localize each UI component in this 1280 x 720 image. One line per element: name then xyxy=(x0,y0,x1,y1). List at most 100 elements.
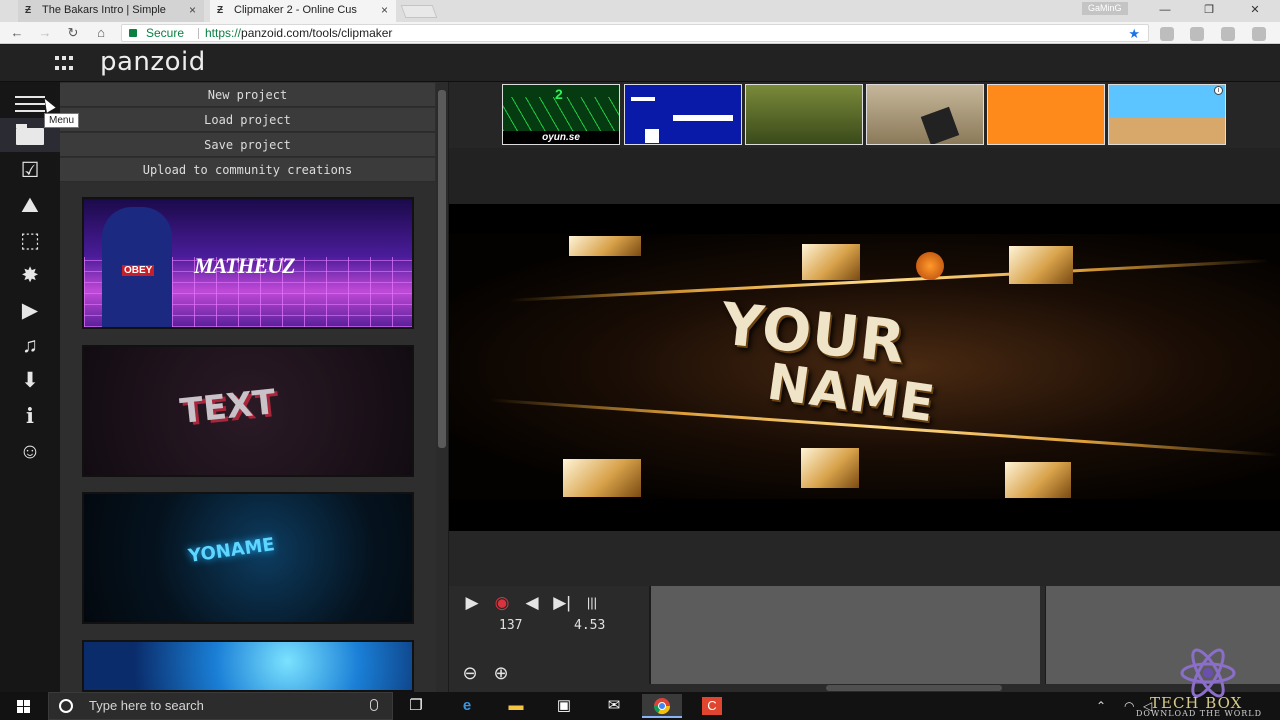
template-thumbnail[interactable]: YONAME xyxy=(82,492,414,624)
url-text: https://panzoid.com/tools/clipmaker xyxy=(205,25,392,42)
time-readout: 4.53 xyxy=(574,618,606,633)
extension-icon[interactable] xyxy=(1252,27,1266,41)
file-explorer-icon[interactable]: ▬ xyxy=(496,694,536,718)
tray-chevron-icon[interactable]: ⌃ xyxy=(1096,692,1106,720)
maximize-icon[interactable]: ❐ xyxy=(1189,0,1229,20)
template-card[interactable] xyxy=(745,84,863,145)
mail-icon[interactable]: ✉ xyxy=(594,694,634,718)
tool-sidebar: ☑ ⛰ ⬚ ✸ ▶ ♫ ⬇ ℹ ☺ xyxy=(0,82,60,692)
lock-icon xyxy=(129,29,137,37)
thumbnail-text: OBEY xyxy=(122,265,155,276)
upload-community-button[interactable]: Upload to community creations xyxy=(60,158,435,182)
extension-icon[interactable] xyxy=(1190,27,1204,41)
task-view-icon[interactable]: ❐ xyxy=(396,694,436,718)
taskbar-search-box[interactable]: Type here to search xyxy=(48,692,393,720)
windows-taskbar: Type here to search ❐ e ▬ ▣ ✉ C ⌃ ◠ ◁ xyxy=(0,692,1280,720)
template-card[interactable] xyxy=(987,84,1105,145)
burst-icon[interactable]: ✸ xyxy=(0,259,60,293)
apps-grid-icon[interactable] xyxy=(55,56,75,72)
load-project-button[interactable]: Load project xyxy=(60,108,435,132)
preview-top-band xyxy=(449,148,1280,204)
chrome-icon[interactable] xyxy=(642,694,682,718)
timeline-divider xyxy=(1040,586,1045,692)
template-thumbnail[interactable]: TEXT xyxy=(82,345,414,477)
home-icon[interactable]: ⌂ xyxy=(92,24,110,42)
template-card[interactable] xyxy=(624,84,742,145)
timeline-scrollbar-thumb[interactable] xyxy=(826,685,1002,691)
info-icon[interactable]: i xyxy=(1214,86,1223,95)
menu-scrollbar[interactable] xyxy=(436,82,448,692)
record-eye-icon[interactable]: ◉ xyxy=(489,591,515,615)
video-camera-icon[interactable]: ▶ xyxy=(0,294,60,328)
info-icon[interactable]: ℹ xyxy=(0,400,60,434)
template-thumbnail[interactable] xyxy=(82,640,414,692)
bookmark-star-icon[interactable]: ★ xyxy=(1128,25,1140,42)
browser-tab-bakars[interactable]: Ƶ The Bakars Intro | Simple × xyxy=(18,0,204,22)
url-protocol: https:// xyxy=(205,26,242,40)
wifi-icon[interactable]: ◠ xyxy=(1124,692,1134,720)
watermark-subtitle: DOWNLOAD THE WORLD xyxy=(1136,709,1263,718)
browser-tab-clipmaker[interactable]: Ƶ Clipmaker 2 - Online Cus × xyxy=(210,0,396,22)
template-strip: 2 oyun.se i xyxy=(449,82,1280,148)
step-forward-icon[interactable]: ▶| xyxy=(549,591,575,615)
audio-waveform-icon[interactable]: ||| xyxy=(579,591,605,615)
download-icon[interactable]: ⬇ xyxy=(0,364,60,398)
new-project-button[interactable]: New project xyxy=(60,83,435,107)
address-bar[interactable]: Secure https://panzoid.com/tools/clipmak… xyxy=(121,24,1149,42)
menu-scrollbar-thumb[interactable] xyxy=(438,90,446,448)
thumbnail-text: YONAME xyxy=(186,534,276,567)
omnibox-divider xyxy=(198,28,199,39)
zoom-in-icon[interactable]: ⊕ xyxy=(488,661,514,685)
template-card[interactable] xyxy=(866,84,984,145)
menu-tooltip: Menu xyxy=(44,113,80,128)
project-menu-panel: New project Load project Save project Up… xyxy=(60,82,448,692)
reload-icon[interactable]: ↻ xyxy=(64,24,82,42)
atom-logo-icon xyxy=(1180,648,1236,698)
url-path: panzoid.com/tools/clipmaker xyxy=(241,26,393,40)
cube-icon[interactable]: ⬚ xyxy=(0,224,60,258)
template-card[interactable]: 2 oyun.se xyxy=(502,84,620,145)
panzoid-logo[interactable]: panzoid xyxy=(100,47,206,77)
extension-icon[interactable] xyxy=(1160,27,1174,41)
close-tab-icon[interactable]: × xyxy=(189,0,196,21)
checkbox-icon[interactable]: ☑ xyxy=(0,154,60,188)
extension-icon[interactable] xyxy=(1221,27,1235,41)
minimize-icon[interactable]: — xyxy=(1145,0,1185,20)
windows-start-icon[interactable] xyxy=(10,692,38,720)
cortana-circle-icon xyxy=(59,699,73,713)
preview-bottom-band xyxy=(449,531,1280,586)
thumbnail-text: TEXT xyxy=(178,382,278,432)
frame-counter: 137 xyxy=(499,618,523,633)
zoom-out-icon[interactable]: ⊖ xyxy=(457,661,483,685)
app-header: panzoid xyxy=(0,45,1280,82)
profile-badge[interactable]: GaMinG xyxy=(1082,2,1128,15)
forward-arrow-icon[interactable]: → xyxy=(36,24,54,42)
close-window-icon[interactable]: ✕ xyxy=(1235,0,1275,20)
new-tab-button[interactable] xyxy=(400,5,438,18)
app-icon-red[interactable]: C xyxy=(692,694,732,718)
template-caption: oyun.se xyxy=(503,131,619,144)
panzoid-favicon-icon: Ƶ xyxy=(217,5,224,16)
tab-title: The Bakars Intro | Simple xyxy=(42,4,166,16)
store-icon[interactable]: ▣ xyxy=(544,694,584,718)
landscape-icon[interactable]: ⛰ xyxy=(0,189,60,223)
music-note-icon[interactable]: ♫ xyxy=(0,329,60,363)
timeline-track[interactable] xyxy=(651,586,1040,684)
close-tab-icon[interactable]: × xyxy=(381,0,388,21)
save-project-button[interactable]: Save project xyxy=(60,133,435,157)
microphone-icon[interactable] xyxy=(370,699,378,711)
back-arrow-icon[interactable]: ← xyxy=(8,24,26,42)
smiley-icon[interactable]: ☺ xyxy=(0,435,60,469)
template-card[interactable]: i xyxy=(1108,84,1226,145)
panzoid-favicon-icon: Ƶ xyxy=(25,5,32,16)
step-back-icon[interactable]: ◀ xyxy=(519,591,545,615)
thumbnail-signature: MATHEUZ xyxy=(194,253,296,278)
playback-controls: ▶ ◉ ◀ ▶| ||| 137 4.53 ⊖ ⊕ xyxy=(449,586,649,692)
play-icon[interactable]: ▶ xyxy=(459,591,485,615)
template-thumbnail[interactable]: OBEY MATHEUZ xyxy=(82,197,414,329)
secure-label: Secure xyxy=(146,26,185,40)
video-preview[interactable]: YOUR NAME xyxy=(449,204,1280,531)
browser-toolbar: ← → ↻ ⌂ Secure https://panzoid.com/tools… xyxy=(0,22,1280,44)
tab-title: Clipmaker 2 - Online Cus xyxy=(234,4,357,16)
edge-browser-icon[interactable]: e xyxy=(447,694,487,718)
